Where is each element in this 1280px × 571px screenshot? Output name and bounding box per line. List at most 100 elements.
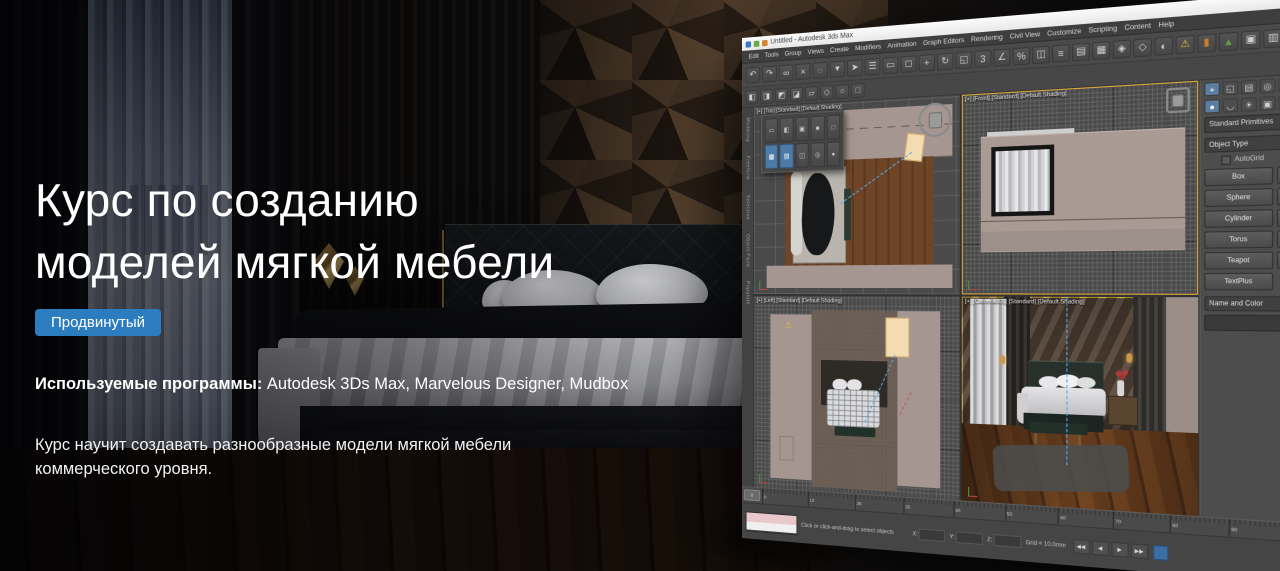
geometry-category-icon[interactable]: ● <box>1204 99 1220 114</box>
coord-z-input[interactable] <box>993 534 1021 548</box>
primitive-button-box[interactable]: Box <box>1204 167 1273 187</box>
float-tool-2-icon[interactable]: ◧ <box>780 117 793 142</box>
object-name-field[interactable] <box>1204 315 1280 333</box>
shapes-category-icon[interactable]: ◡ <box>1222 98 1238 113</box>
ribbon-tab-freeform[interactable]: Freeform <box>745 156 750 181</box>
coord-x-input[interactable] <box>919 528 946 542</box>
menu-rendering[interactable]: Rendering <box>968 33 1007 44</box>
float-tool-4-icon[interactable]: ■ <box>811 115 825 140</box>
align-icon[interactable]: ≡ <box>1052 43 1070 62</box>
create-tab-icon[interactable]: + <box>1204 82 1220 97</box>
render-setup-icon[interactable]: ▣ <box>1241 29 1261 49</box>
spinner-snap-icon[interactable]: ◪ <box>790 86 803 101</box>
populate-icon[interactable]: ▲ <box>1219 31 1239 51</box>
menu-tools[interactable]: Tools <box>762 50 782 59</box>
rendered-frame-icon[interactable]: ▥ <box>1263 28 1280 48</box>
primitive-type-dropdown[interactable]: Standard Primitives ▾ <box>1204 110 1280 133</box>
maxscript-mini-listener[interactable] <box>746 511 798 535</box>
ribbon-tab-selection[interactable]: Selection <box>745 194 750 219</box>
select-scale-icon[interactable]: ◱ <box>956 51 973 69</box>
menu-customize[interactable]: Customize <box>1044 27 1085 38</box>
container-icon[interactable]: ▮ <box>1197 33 1216 53</box>
float-tool-3-icon[interactable]: ▣ <box>795 116 809 141</box>
modify-tab-icon[interactable]: ◱ <box>1222 81 1238 96</box>
select-link-icon[interactable]: ∞ <box>779 64 794 81</box>
angle-snap-small-icon[interactable]: ◨ <box>760 88 773 103</box>
float-tool-5-icon[interactable]: □ <box>826 115 840 140</box>
autogrid-checkbox[interactable]: AutoGrid <box>1221 151 1280 165</box>
previous-frame-button[interactable]: ◀ <box>1092 540 1109 556</box>
float-tool-1-icon[interactable]: ▭ <box>765 118 778 143</box>
menu-views[interactable]: Views <box>805 47 827 56</box>
warning-icon[interactable]: ⚠ <box>1176 34 1195 54</box>
float-tool-7-icon[interactable]: ▤ <box>780 144 793 169</box>
mirror-icon[interactable]: ◫ <box>1032 45 1050 64</box>
coordinate-z[interactable]: Z: <box>987 534 1021 549</box>
bind-spacewarp-icon[interactable]: ◌ <box>812 61 827 78</box>
angle-snap-icon[interactable]: ∠ <box>993 48 1010 67</box>
hierarchy-tab-icon[interactable]: ▤ <box>1241 79 1257 94</box>
motion-tab-icon[interactable]: ◎ <box>1259 78 1275 93</box>
float-tool-9-icon[interactable]: ◎ <box>811 142 825 167</box>
redo-icon[interactable]: ↷ <box>762 65 777 82</box>
viewport-camera[interactable]: [+] [Camera001] [Standard] [Default Shad… <box>962 297 1198 517</box>
rectangular-selection-icon[interactable]: ▭ <box>882 56 898 74</box>
float-tool-10-icon[interactable]: ● <box>826 141 840 166</box>
menu-content[interactable]: Content <box>1121 21 1155 32</box>
play-animation-button[interactable]: ▶ <box>1111 542 1128 558</box>
timeline-slider-handle[interactable]: 0 <box>744 489 760 501</box>
coordinate-y[interactable]: Y: <box>950 531 983 545</box>
schematic-view-icon[interactable]: ◇ <box>1133 37 1152 56</box>
menu-edit[interactable]: Edit <box>746 52 762 60</box>
edge-constraint-icon[interactable]: ▱ <box>805 85 818 100</box>
menu-animation[interactable]: Animation <box>884 40 919 50</box>
primitive-button-teapot[interactable]: Teapot <box>1204 252 1273 270</box>
menu-create[interactable]: Create <box>827 45 852 54</box>
coord-y-input[interactable] <box>956 531 983 545</box>
snaps-toggle-icon[interactable]: 3 <box>974 49 991 67</box>
ribbon-tab-object-paint[interactable]: Object Paint <box>745 234 750 267</box>
soft-selection-icon[interactable]: ○ <box>835 83 849 98</box>
auto-key-button[interactable] <box>1153 545 1168 561</box>
ribbon-tab-populate[interactable]: Populate <box>745 281 750 305</box>
primitive-button-textplus[interactable]: TextPlus <box>1204 273 1273 291</box>
selection-filter-icon[interactable]: ▾ <box>830 60 845 78</box>
menu-group[interactable]: Group <box>782 49 805 58</box>
undo-icon[interactable]: ↶ <box>746 66 761 83</box>
percent-snap-icon[interactable]: % <box>1013 46 1030 65</box>
unlink-selection-icon[interactable]: × <box>796 62 811 79</box>
float-tool-6-icon[interactable]: ▦ <box>765 144 778 169</box>
viewport-left[interactable]: [+] [Left] [Standard] [Default Shading] … <box>754 296 960 500</box>
coordinate-x[interactable]: X: <box>912 528 945 542</box>
normal-constraint-icon[interactable]: ◇ <box>820 84 833 99</box>
select-move-icon[interactable]: + <box>919 53 935 71</box>
snap-toggle-icon[interactable]: ◧ <box>746 89 759 104</box>
lights-category-icon[interactable]: ☀ <box>1241 97 1257 112</box>
select-rotate-icon[interactable]: ↻ <box>937 52 954 70</box>
ribbon-tab-modeling[interactable]: Modeling <box>745 118 750 143</box>
primitive-button-sphere[interactable]: Sphere <box>1204 188 1273 207</box>
select-by-name-icon[interactable]: ☰ <box>865 57 881 75</box>
curve-editor-icon[interactable]: ◈ <box>1113 39 1131 58</box>
primitive-button-cylinder[interactable]: Cylinder <box>1204 209 1273 228</box>
menu-help[interactable]: Help <box>1155 19 1178 29</box>
viewcube-icon[interactable] <box>1166 87 1190 113</box>
menu-scripting[interactable]: Scripting <box>1085 24 1121 35</box>
material-editor-icon[interactable]: ◐ <box>1154 36 1173 56</box>
menu-modifiers[interactable]: Modifiers <box>852 42 884 52</box>
go-to-end-button[interactable]: ▶▶ <box>1130 543 1147 559</box>
scene-explorer-icon[interactable]: ▦ <box>1092 40 1110 59</box>
select-object-icon[interactable]: ➤ <box>847 59 863 77</box>
percent-snap-small-icon[interactable]: ◩ <box>775 87 788 102</box>
layer-manager-icon[interactable]: ▤ <box>1072 42 1090 61</box>
window-crossing-icon[interactable]: ◻ <box>900 55 916 73</box>
pivot-center-icon[interactable]: □ <box>851 82 865 97</box>
primitive-button-torus[interactable]: Torus <box>1204 230 1273 248</box>
name-and-color-rollout[interactable]: Name and Color <box>1204 296 1280 312</box>
go-to-start-button[interactable]: ◀◀ <box>1073 539 1090 555</box>
float-tool-8-icon[interactable]: ◫ <box>795 143 809 168</box>
object-type-rollout[interactable]: Object Type <box>1204 132 1280 153</box>
menu-civil-view[interactable]: Civil View <box>1006 30 1043 41</box>
menu-graph-editors[interactable]: Graph Editors <box>920 36 968 47</box>
cameras-category-icon[interactable]: ▣ <box>1259 96 1275 111</box>
